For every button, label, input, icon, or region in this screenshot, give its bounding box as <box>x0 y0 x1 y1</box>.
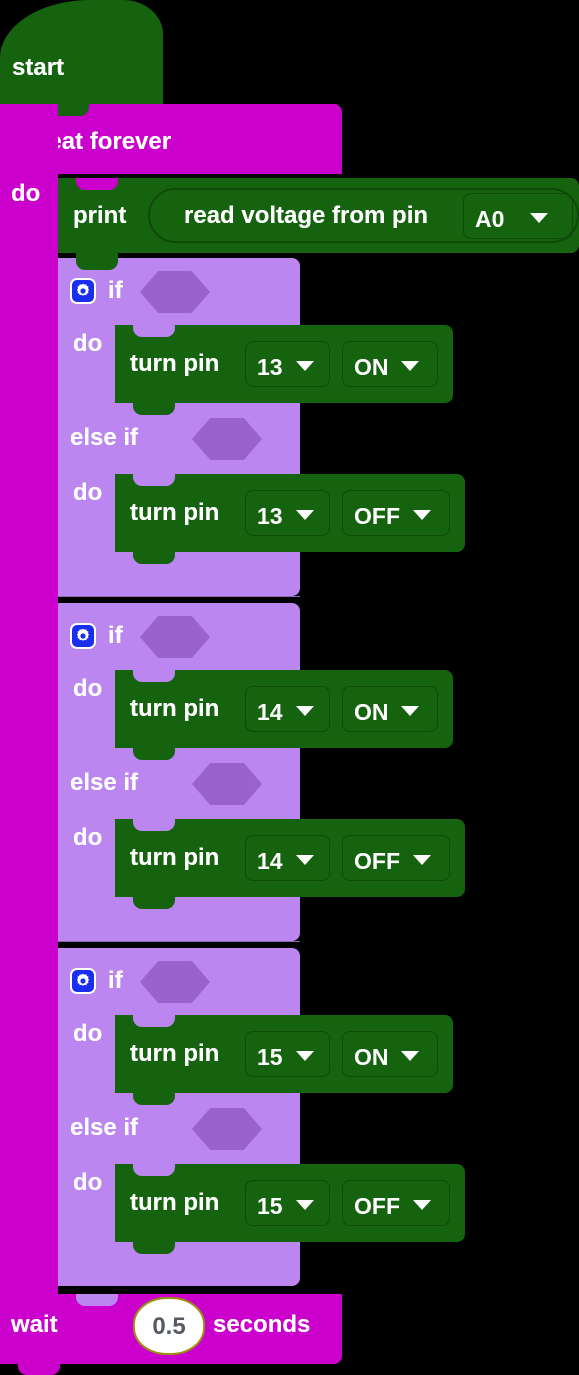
pin-dropdown-4-value: 14 <box>257 848 283 874</box>
pin-dropdown-3-value: 14 <box>257 699 283 725</box>
turn-pin-block-4-label: turn pin <box>130 844 220 871</box>
wait-seconds-value: 0.5 <box>152 1313 186 1340</box>
analog-pin-dropdown-value: A0 <box>475 206 505 232</box>
chevron-down-icon <box>401 706 419 716</box>
if-block-3-do-label: do <box>73 1020 103 1047</box>
chevron-down-icon <box>530 213 548 223</box>
pin-dropdown-2-value: 13 <box>257 503 283 529</box>
pin-dropdown-1[interactable]: 13 <box>245 341 330 387</box>
if-block-1-elseif-label: else if <box>70 424 139 451</box>
state-dropdown-1-value: ON <box>354 354 389 380</box>
turn-pin-block-1-bottom-notch <box>133 403 175 415</box>
pin-dropdown-5[interactable]: 15 <box>245 1031 330 1077</box>
chevron-down-icon <box>401 1051 419 1061</box>
pin-dropdown-2[interactable]: 13 <box>245 490 330 536</box>
if-block-2-elseif-do-label: do <box>73 824 103 851</box>
state-dropdown-4[interactable]: OFF <box>342 835 450 881</box>
chevron-down-icon <box>296 361 314 371</box>
if-block-2-do-label: do <box>73 675 103 702</box>
blockly-workspace[interactable]: start repeat forever do print read volta… <box>0 0 579 1375</box>
wait-block-label: wait <box>11 1311 58 1338</box>
chevron-down-icon <box>296 510 314 520</box>
wait-units-label: seconds <box>213 1311 311 1338</box>
pin-dropdown-1-value: 13 <box>257 354 283 380</box>
if-block-2-top-notch <box>76 603 118 615</box>
turn-pin-block-5-bottom-notch <box>133 1093 175 1105</box>
repeat-forever-block-body[interactable] <box>0 104 58 1295</box>
turn-pin-block-3-label: turn pin <box>130 695 220 722</box>
if-block-1-do-label: do <box>73 330 103 357</box>
start-block-label: start <box>12 54 65 81</box>
state-dropdown-5[interactable]: ON <box>342 1031 438 1077</box>
chevron-down-icon <box>413 510 431 520</box>
turn-pin-block-6-label: turn pin <box>130 1189 220 1216</box>
turn-pin-block-1-top-notch <box>133 325 175 337</box>
turn-pin-block-1-label: turn pin <box>130 350 220 377</box>
if-block-3-if-label: if <box>108 967 123 994</box>
chevron-down-icon <box>296 1200 314 1210</box>
if-block-3-elseif-do-label: do <box>73 1169 103 1196</box>
if-block-1-top-notch <box>76 258 118 270</box>
turn-pin-block-3-top-notch <box>133 670 175 682</box>
chevron-down-icon <box>296 706 314 716</box>
if-block-1-separator <box>58 596 300 597</box>
if-block-2-separator <box>58 941 300 942</box>
chevron-down-icon <box>413 1200 431 1210</box>
repeat-bottom-notch <box>18 1364 60 1375</box>
wait-seconds-field[interactable]: 0.5 <box>133 1297 205 1355</box>
state-dropdown-2-value: OFF <box>354 503 400 529</box>
print-block-label: print <box>73 202 127 229</box>
turn-pin-block-2-label: turn pin <box>130 499 220 526</box>
turn-pin-block-5-label: turn pin <box>130 1040 220 1067</box>
start-block[interactable]: start <box>0 0 163 105</box>
chevron-down-icon <box>296 855 314 865</box>
chevron-down-icon <box>413 855 431 865</box>
chevron-down-icon <box>296 1051 314 1061</box>
state-dropdown-5-value: ON <box>354 1044 389 1070</box>
if-block-3-top-notch <box>76 948 118 960</box>
turn-pin-block-4-top-notch <box>133 819 175 831</box>
gear-icon[interactable] <box>70 623 96 649</box>
state-dropdown-1[interactable]: ON <box>342 341 438 387</box>
chevron-down-icon <box>401 361 419 371</box>
if-block-3-elseif-label: else if <box>70 1114 139 1141</box>
if-block-1-if-label: if <box>108 277 123 304</box>
state-dropdown-3-value: ON <box>354 699 389 725</box>
turn-pin-block-6-top-notch <box>133 1164 175 1176</box>
repeat-do-label: do <box>11 180 41 207</box>
state-dropdown-3[interactable]: ON <box>342 686 438 732</box>
pin-dropdown-6-value: 15 <box>257 1193 283 1219</box>
print-top-notch <box>76 178 118 190</box>
if-block-2-if-label: if <box>108 622 123 649</box>
turn-pin-block-6-bottom-notch <box>133 1242 175 1254</box>
turn-pin-block-2-top-notch <box>133 474 175 486</box>
if-block-1-elseif-do-label: do <box>73 479 103 506</box>
gear-icon[interactable] <box>70 968 96 994</box>
state-dropdown-4-value: OFF <box>354 848 400 874</box>
pin-dropdown-6[interactable]: 15 <box>245 1180 330 1226</box>
gear-icon[interactable] <box>70 278 96 304</box>
turn-pin-block-4-bottom-notch <box>133 897 175 909</box>
state-dropdown-2[interactable]: OFF <box>342 490 450 536</box>
pin-dropdown-3[interactable]: 14 <box>245 686 330 732</box>
read-voltage-label: read voltage from pin <box>184 202 429 229</box>
state-dropdown-6-value: OFF <box>354 1193 400 1219</box>
wait-block-top-notch <box>76 1294 118 1306</box>
state-dropdown-6[interactable]: OFF <box>342 1180 450 1226</box>
if-block-2-elseif-label: else if <box>70 769 139 796</box>
analog-pin-dropdown[interactable]: A0 <box>463 193 573 239</box>
turn-pin-block-3-bottom-notch <box>133 748 175 760</box>
turn-pin-block-2-bottom-notch <box>133 552 175 564</box>
pin-dropdown-5-value: 15 <box>257 1044 283 1070</box>
pin-dropdown-4[interactable]: 14 <box>245 835 330 881</box>
turn-pin-block-5-top-notch <box>133 1015 175 1027</box>
